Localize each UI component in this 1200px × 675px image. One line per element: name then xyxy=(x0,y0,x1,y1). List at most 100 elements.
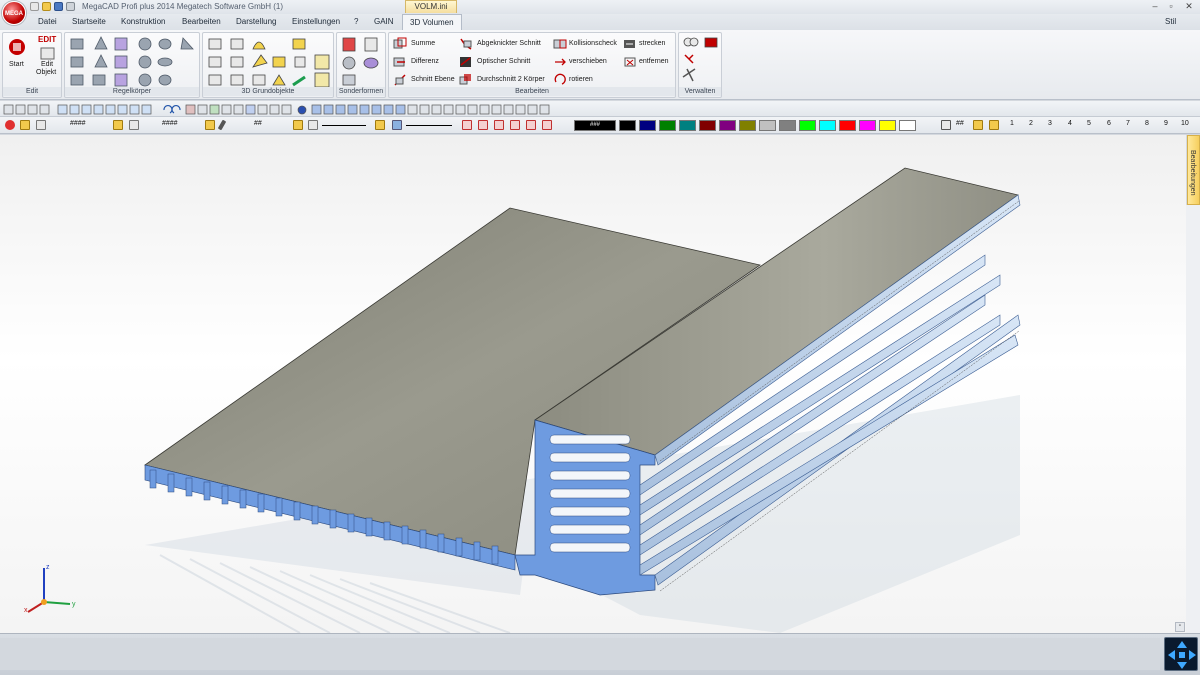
start-button[interactable]: Start xyxy=(7,37,29,75)
color-swatch-1[interactable] xyxy=(619,120,636,131)
layer-number-5[interactable]: 5 xyxy=(1087,120,1091,127)
optischer-schnitt-button[interactable]: Optischer Schnitt xyxy=(459,55,551,69)
kollisionscheck-button[interactable]: Kollisionscheck xyxy=(553,37,623,51)
grid-icon[interactable] xyxy=(941,120,951,130)
color-swatch-11[interactable] xyxy=(819,120,836,131)
color-swatch-7[interactable] xyxy=(739,120,756,131)
linetype-icon[interactable] xyxy=(308,120,318,130)
entfernen-label: entfernen xyxy=(639,58,669,65)
summe-button[interactable]: Summe xyxy=(393,37,457,51)
pen-field[interactable]: ## xyxy=(254,120,262,127)
snap-icon-4[interactable] xyxy=(510,120,520,130)
color-swatch-5[interactable] xyxy=(699,120,716,131)
snap-icon-2[interactable] xyxy=(478,120,488,130)
color-swatch-10[interactable] xyxy=(799,120,816,131)
layer-number-2[interactable]: 2 xyxy=(1029,120,1033,127)
layer-icon[interactable] xyxy=(36,120,46,130)
menu-help[interactable]: ? xyxy=(354,17,358,26)
color-swatch-14[interactable] xyxy=(879,120,896,131)
drawing-canvas[interactable]: z y x xyxy=(0,135,1186,633)
strecken-label: strecken xyxy=(639,40,666,47)
quick-save-icon[interactable] xyxy=(54,2,63,11)
file-tab[interactable]: VOLM.ini xyxy=(405,0,457,13)
schnitt-ebene-button[interactable]: Schnitt Ebene xyxy=(393,73,463,87)
color-swatch-12[interactable] xyxy=(839,120,856,131)
differenz-button[interactable]: Differenz xyxy=(393,55,457,69)
grid-field[interactable]: ## xyxy=(956,120,964,127)
lock-icon-2[interactable] xyxy=(113,120,123,130)
navigation-arrows-button[interactable] xyxy=(1164,637,1198,671)
color-swatch-8[interactable] xyxy=(759,120,776,131)
color-swatch-13[interactable] xyxy=(859,120,876,131)
view-toolbar-icons[interactable] xyxy=(2,101,572,117)
menu-einstellungen[interactable]: Einstellungen xyxy=(292,17,340,26)
quick-open-icon[interactable] xyxy=(42,2,51,11)
snap-icon-3[interactable] xyxy=(494,120,504,130)
linetype-select[interactable] xyxy=(322,125,366,126)
attribute-toolbar: #### #### ## ### ## 1 2 3 4 5 6 7 8 9 10 xyxy=(0,117,1200,134)
layer-number-4[interactable]: 4 xyxy=(1068,120,1072,127)
menu-gain[interactable]: GAIN xyxy=(374,17,394,26)
menu-konstruktion[interactable]: Konstruktion xyxy=(121,17,165,26)
canvas-corner-button[interactable]: ▫ xyxy=(1175,622,1185,632)
layer-number-8[interactable]: 8 xyxy=(1145,120,1149,127)
group-icon[interactable] xyxy=(129,120,139,130)
color-swatch-4[interactable] xyxy=(679,120,696,131)
linewidth-select[interactable] xyxy=(406,125,452,126)
group-sonderformen: Sonderformen xyxy=(336,32,386,98)
group-field[interactable]: #### xyxy=(162,120,178,127)
layer-number-9[interactable]: 9 xyxy=(1164,120,1168,127)
app-logo-button[interactable]: MEGA xyxy=(2,1,26,25)
lock-icon-4[interactable] xyxy=(293,120,303,130)
menu-bearbeiten[interactable]: Bearbeiten xyxy=(182,17,221,26)
color-swatch-2[interactable] xyxy=(639,120,656,131)
color-swatch-6[interactable] xyxy=(719,120,736,131)
color-swatch-15[interactable] xyxy=(899,120,916,131)
lock-icon-3[interactable] xyxy=(205,120,215,130)
menu-3d-volumen[interactable]: 3D Volumen xyxy=(402,14,462,30)
rotieren-icon xyxy=(554,73,566,85)
durchschnitt-2-koerper-label: Durchschnitt 2 Körper xyxy=(477,76,545,83)
group-label-bearbeiten: Bearbeiten xyxy=(389,87,675,96)
menu-startseite[interactable]: Startseite xyxy=(72,17,106,26)
pen-icon[interactable] xyxy=(217,119,227,131)
layer-number-1[interactable]: 1 xyxy=(1010,120,1014,127)
menu-stil[interactable]: Stil xyxy=(1165,17,1176,26)
lock-icon[interactable] xyxy=(20,120,30,130)
linewidth-icon[interactable] xyxy=(392,120,402,130)
snap-icon-5[interactable] xyxy=(526,120,536,130)
minimize-icon[interactable]: – xyxy=(1148,1,1162,12)
cancel-icon[interactable] xyxy=(5,120,15,130)
optischer-schnitt-icon xyxy=(460,57,471,67)
abgeknickter-schnitt-button[interactable]: Abgeknickter Schnitt xyxy=(459,37,551,51)
lock-icon-6[interactable] xyxy=(973,120,983,130)
color-swatch-3[interactable] xyxy=(659,120,676,131)
verschieben-label: verschieben xyxy=(569,58,607,65)
entfernen-button[interactable]: entfernen xyxy=(623,55,675,69)
bearbeitungen-tab[interactable]: Bearbeitungen xyxy=(1187,135,1200,205)
durchschnitt-2-koerper-button[interactable]: Durchschnitt 2 Körper xyxy=(459,73,551,87)
strecken-button[interactable]: strecken xyxy=(623,37,675,51)
layer-field[interactable]: #### xyxy=(70,120,86,127)
edit-object-button[interactable]: EDIT Edit Objekt xyxy=(35,35,61,79)
layer-number-7[interactable]: 7 xyxy=(1126,120,1130,127)
menu-darstellung[interactable]: Darstellung xyxy=(236,17,276,26)
quick-print-icon[interactable] xyxy=(66,2,75,11)
quick-new-icon[interactable] xyxy=(30,2,39,11)
color-current[interactable]: ### xyxy=(574,120,616,131)
layer-number-6[interactable]: 6 xyxy=(1107,120,1111,127)
axis-x-label: x xyxy=(24,607,28,614)
verschieben-button[interactable]: verschieben xyxy=(553,55,623,69)
menu-datei[interactable]: Datei xyxy=(38,17,57,26)
command-line[interactable] xyxy=(0,638,1160,670)
snap-icon-1[interactable] xyxy=(462,120,472,130)
color-swatch-9[interactable] xyxy=(779,120,796,131)
lock-icon-7[interactable] xyxy=(989,120,999,130)
maximize-icon[interactable]: ▫ xyxy=(1164,1,1178,12)
rotieren-button[interactable]: rotieren xyxy=(553,73,623,87)
layer-number-10[interactable]: 10 xyxy=(1181,120,1189,127)
layer-number-3[interactable]: 3 xyxy=(1048,120,1052,127)
lock-icon-5[interactable] xyxy=(375,120,385,130)
snap-icon-6[interactable] xyxy=(542,120,552,130)
close-icon[interactable]: ✕ xyxy=(1182,1,1196,12)
